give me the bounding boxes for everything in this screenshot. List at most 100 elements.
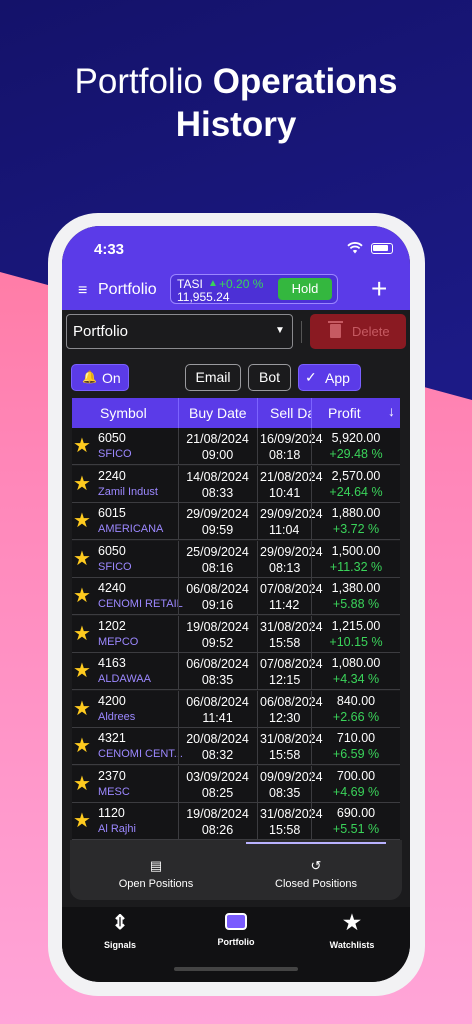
- buy-date: 19/08/2024: [186, 619, 249, 634]
- home-indicator: [174, 967, 298, 971]
- buy-time: 08:16: [201, 560, 234, 575]
- table-row[interactable]: ★ 6050 SFICO 21/08/2024 09:00 16/09/2024 08:18…: [72, 428, 400, 465]
- profit-value: 700.00: [336, 768, 376, 783]
- star-icon[interactable]: ★: [73, 736, 91, 756]
- symbol-name: CENOMI RETAIL: [98, 598, 183, 610]
- star-icon[interactable]: ★: [73, 549, 91, 569]
- nav-signals[interactable]: ⇕ Signals: [62, 911, 178, 950]
- star-icon: ★: [343, 912, 361, 934]
- cell-divider: [178, 653, 179, 689]
- cell-divider: [178, 803, 179, 839]
- table-row[interactable]: ★ 4321 CENOMI CENT... 20/08/2024 08:32 31/08/…: [72, 728, 400, 765]
- star-icon[interactable]: ★: [73, 774, 91, 794]
- header-buy-date[interactable]: Buy Date: [189, 405, 247, 421]
- header-symbol[interactable]: Symbol: [100, 405, 147, 421]
- symbol-code: 4163: [98, 656, 126, 670]
- cell-divider: [257, 465, 258, 502]
- cell-divider: [257, 615, 258, 652]
- tasi-widget[interactable]: TASI ▲ +0.20 % 11,955.24 Hold: [170, 274, 338, 304]
- nav-signals-label: Signals: [103, 940, 136, 950]
- table-row[interactable]: ★ 4200 Aldrees 06/08/2024 11:41 06/08/2024 12:…: [72, 690, 400, 728]
- tab-open-positions[interactable]: ▤ Open Positions: [76, 858, 236, 890]
- star-icon[interactable]: ★: [73, 811, 91, 831]
- cell-divider: [178, 540, 179, 577]
- hold-button[interactable]: Hold: [278, 278, 332, 300]
- sort-arrow-icon[interactable]: ↓: [388, 403, 395, 419]
- nav-watchlists[interactable]: ★ Watchlists: [294, 911, 410, 950]
- star-icon[interactable]: ★: [73, 586, 91, 606]
- symbol-code: 6050: [98, 431, 126, 445]
- table-row[interactable]: ★ 6015 AMERICANA 29/09/2024 09:59 29/09/2024 1…: [72, 503, 400, 540]
- profit-value: 1,880.00: [331, 506, 381, 520]
- cell-divider: [178, 578, 179, 614]
- cell-divider: [257, 653, 258, 689]
- star-icon[interactable]: ★: [73, 661, 91, 681]
- headline: Portfolio Operations History: [0, 60, 472, 146]
- profit-percent: +6.59 %: [332, 747, 380, 761]
- buy-date: 14/08/2024: [186, 469, 249, 484]
- star-icon[interactable]: ★: [73, 474, 91, 494]
- bottom-navigation: ⇕ Signals Portfolio ★ Watchlists: [62, 907, 410, 982]
- profit-percent: +4.34 %: [332, 672, 380, 686]
- buy-date: 21/08/2024: [186, 432, 249, 446]
- delete-button[interactable]: Delete: [310, 314, 406, 349]
- header-divider: [311, 398, 312, 428]
- bot-button[interactable]: Bot: [248, 364, 291, 391]
- star-icon[interactable]: ★: [73, 436, 91, 456]
- table-row[interactable]: ★ 1120 Al Rajhi 19/08/2024 08:26 31/08/2024 15…: [72, 803, 400, 840]
- buy-date: 06/08/2024: [186, 582, 249, 596]
- cell-divider: [178, 765, 179, 802]
- table-row[interactable]: ★ 1202 MEPCO 19/08/2024 09:52 31/08/2024 15:58…: [72, 615, 400, 653]
- tab-closed-label: Closed Positions: [275, 878, 357, 890]
- delete-label: Delete: [352, 324, 390, 339]
- table-row[interactable]: ★ 4163 ALDAWAA 06/08/2024 08:35 07/08/2024 12:…: [72, 653, 400, 690]
- symbol-name: Aldrees: [98, 710, 136, 723]
- bell-icon: 🔔: [82, 370, 97, 384]
- buy-date-cell: 29/09/2024 09:59: [180, 506, 255, 538]
- buy-date-cell: 21/08/2024 09:00: [180, 431, 255, 463]
- app-bar: ≡ Portfolio TASI ▲ +0.20 % 11,955.24 Hol…: [62, 272, 410, 310]
- divider: [301, 321, 302, 343]
- buy-time: 09:52: [201, 635, 234, 650]
- symbol-code: 1120: [98, 806, 125, 820]
- header-sell-date[interactable]: Sell Date: [270, 405, 312, 421]
- table-row[interactable]: ★ 4240 CENOMI RETAIL 06/08/2024 09:16 07/08/2…: [72, 578, 400, 615]
- wallet-icon: [225, 913, 247, 930]
- profit-value: 5,920.00: [331, 431, 381, 445]
- tasi-name: TASI: [177, 277, 203, 291]
- notifications-on-button[interactable]: 🔔 On: [71, 364, 129, 391]
- table-row[interactable]: ★ 6050 SFICO 25/09/2024 08:16 29/09/2024 08:13…: [72, 540, 400, 578]
- add-icon[interactable]: +: [371, 273, 387, 305]
- buy-date: 19/08/2024: [186, 807, 249, 821]
- portfolio-select[interactable]: Portfolio ▼: [66, 314, 293, 349]
- header-profit[interactable]: Profit: [328, 405, 361, 421]
- tab-indicator: [246, 842, 386, 844]
- menu-icon[interactable]: ≡: [78, 282, 87, 300]
- cell-divider: [178, 728, 179, 764]
- tab-closed-positions[interactable]: ↺ Closed Positions: [236, 858, 396, 890]
- star-icon[interactable]: ★: [73, 511, 91, 531]
- nav-portfolio[interactable]: Portfolio: [178, 911, 294, 947]
- buy-date: 03/09/2024: [186, 769, 249, 784]
- buy-date: 25/09/2024: [186, 544, 249, 559]
- buy-date-cell: 06/08/2024 08:35: [180, 656, 255, 688]
- symbol-name: Al Rajhi: [98, 823, 136, 835]
- table-row[interactable]: ★ 2240 Zamil Indust 14/08/2024 08:33 21/08/20…: [72, 465, 400, 503]
- profit-percent: +24.64 %: [329, 484, 383, 499]
- buy-time: 09:59: [201, 523, 234, 537]
- star-icon[interactable]: ★: [73, 624, 91, 644]
- app-button[interactable]: ✓ App: [298, 364, 361, 391]
- email-button[interactable]: Email: [185, 364, 241, 391]
- on-label: On: [102, 370, 121, 386]
- star-icon[interactable]: ★: [73, 699, 91, 719]
- table-row[interactable]: ★ 2370 MESC 03/09/2024 08:25 09/09/2024 08:35 7…: [72, 765, 400, 803]
- buy-date-cell: 06/08/2024 09:16: [180, 581, 255, 613]
- profit-percent: +4.69 %: [332, 784, 380, 799]
- profit-percent: +29.48 %: [329, 447, 383, 461]
- profit-percent: +5.51 %: [332, 822, 380, 836]
- buy-time: 08:26: [201, 823, 234, 837]
- headline-bold-1: Operations: [212, 62, 398, 101]
- symbol-name: MEPCO: [98, 635, 139, 648]
- profit-value: 2,570.00: [331, 468, 381, 483]
- status-time: 4:33: [94, 241, 125, 258]
